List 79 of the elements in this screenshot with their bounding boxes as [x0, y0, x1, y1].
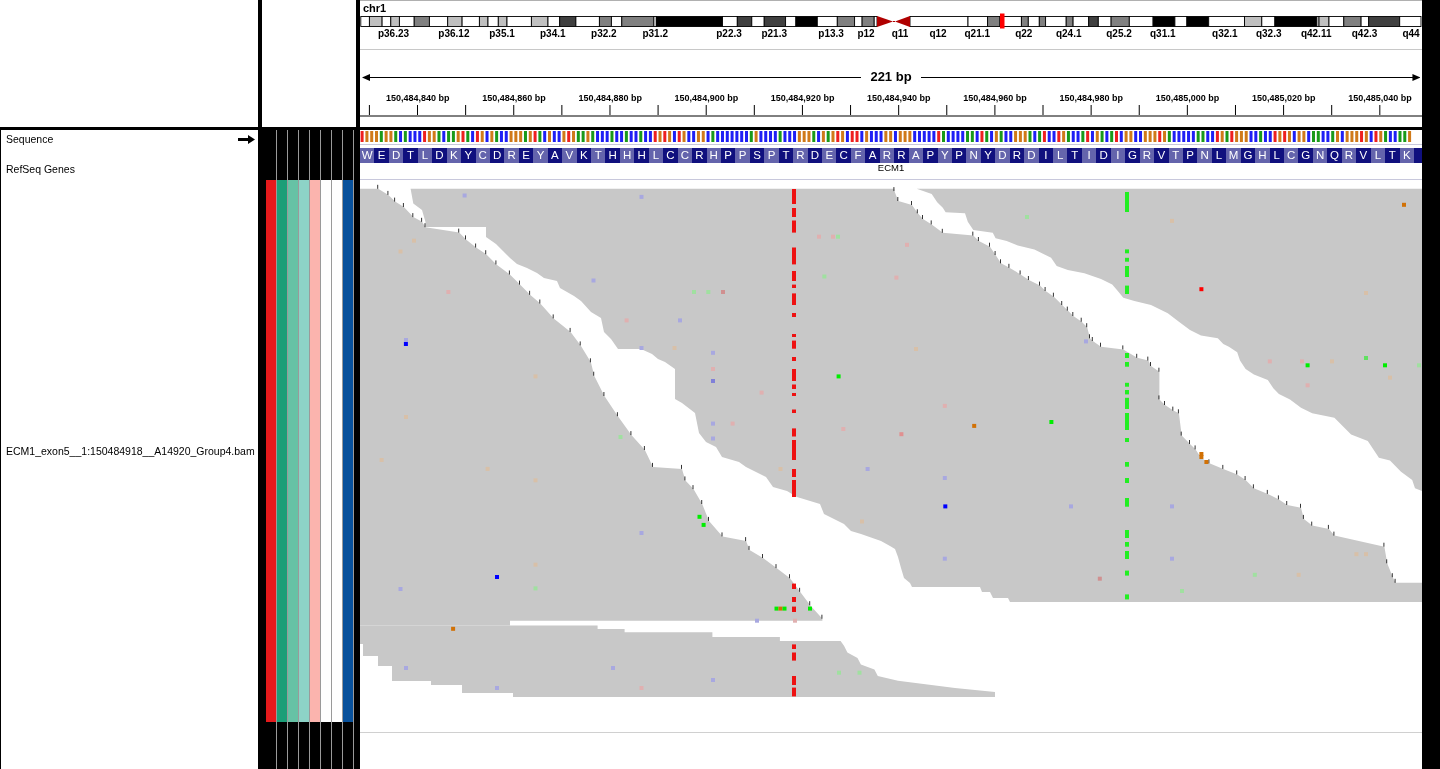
band-label: q21.1	[964, 28, 991, 39]
band-label: q25.2	[1106, 28, 1132, 39]
tick-label: 150,484,880 bp	[578, 93, 642, 103]
band-label: p34.1	[540, 28, 566, 39]
band-label: q42.3	[1351, 28, 1378, 39]
amino-acid: D	[1024, 148, 1039, 163]
amino-acid: H	[605, 148, 620, 163]
band-label: q12	[929, 28, 947, 39]
band-label: q32.1	[1212, 28, 1238, 39]
amino-acid: G	[1125, 148, 1140, 163]
amino-acid: V	[1356, 148, 1371, 163]
chromosome-name: chr1	[363, 1, 387, 14]
amino-acid: R	[692, 148, 707, 163]
span-label: 221 bp	[870, 71, 912, 83]
amino-acid: T	[403, 148, 418, 163]
tick-label: 150,485,040 bp	[1348, 93, 1412, 103]
amino-acid: T	[591, 148, 606, 163]
tick-label: 150,484,840 bp	[385, 93, 450, 103]
amino-acid: N	[1197, 148, 1212, 163]
amino-acid: C	[1284, 148, 1299, 163]
amino-acid: E	[374, 148, 389, 163]
amino-acid: P	[764, 148, 779, 163]
band-label: q42.11	[1300, 28, 1332, 39]
band-label: p36.23	[377, 28, 410, 39]
amino-acid: D	[995, 148, 1010, 163]
amino-acid: C	[663, 148, 678, 163]
track-name[interactable]: RefSeq Genes	[6, 163, 75, 175]
amino-acid: R	[504, 148, 519, 163]
amino-acid: L	[1053, 148, 1068, 163]
amino-acid: E	[822, 148, 837, 163]
band-label: q31.1	[1150, 28, 1176, 39]
amino-acid: W	[360, 148, 375, 163]
band-label: q44	[1402, 28, 1420, 39]
amino-acid: D	[1096, 148, 1111, 163]
track-name[interactable]: Sequence	[6, 133, 54, 145]
band-label: p31.2	[642, 28, 668, 39]
gene-label[interactable]: ECM1	[877, 163, 905, 173]
arrow-right-icon[interactable]	[238, 134, 255, 144]
amino-acid: N	[966, 148, 981, 163]
amino-acid: A	[865, 148, 880, 163]
band-label: p22.3	[716, 28, 742, 39]
amino-acid: T	[1067, 148, 1082, 163]
amino-acid: R	[894, 148, 909, 163]
band-label: q32.3	[1255, 28, 1282, 39]
tick-label: 150,484,920 bp	[770, 93, 835, 103]
amino-acid: Y	[533, 148, 548, 163]
amino-acid: Q	[1327, 148, 1342, 163]
band-label: q22	[1015, 28, 1033, 39]
amino-acid: V	[1154, 148, 1169, 163]
tick-label: 150,485,000 bp	[1155, 93, 1220, 103]
chromosome-ideogram[interactable]	[360, 13, 1422, 29]
amino-acid: T	[1385, 148, 1400, 163]
amino-acid: H	[634, 148, 649, 163]
amino-acid: H	[1255, 148, 1270, 163]
amino-acid: R	[793, 148, 808, 163]
band-label: p32.2	[591, 28, 617, 39]
tick-label: 150,484,980 bp	[1059, 93, 1124, 103]
tick-label: 150,484,960 bp	[963, 93, 1027, 103]
band-label: p12	[857, 28, 875, 39]
amino-acid: C	[836, 148, 851, 163]
tick-label: 150,484,940 bp	[867, 93, 931, 103]
partial-codon	[1413, 148, 1422, 163]
amino-acid: P	[735, 148, 750, 163]
amino-acid: Y	[461, 148, 476, 163]
band-label: p21.3	[761, 28, 787, 39]
tick-label: 150,485,020 bp	[1252, 93, 1316, 103]
amino-acid: P	[923, 148, 938, 163]
band-label: p13.3	[818, 28, 844, 39]
tick-label: 150,484,860 bp	[482, 93, 546, 103]
band-label: q11	[891, 28, 909, 39]
amino-acid: M	[1226, 148, 1241, 163]
track-name[interactable]: ECM1_exon5__1:150484918__A14920_Group4.bam	[6, 445, 255, 457]
amino-acid: V	[562, 148, 577, 163]
band-label: q24.1	[1055, 28, 1082, 39]
amino-acid: D	[432, 148, 447, 163]
band-label: p36.12	[438, 28, 470, 39]
amino-acid: G	[1298, 148, 1313, 163]
band-label: p35.1	[489, 28, 515, 39]
tick-label: 150,484,900 bp	[674, 93, 739, 103]
